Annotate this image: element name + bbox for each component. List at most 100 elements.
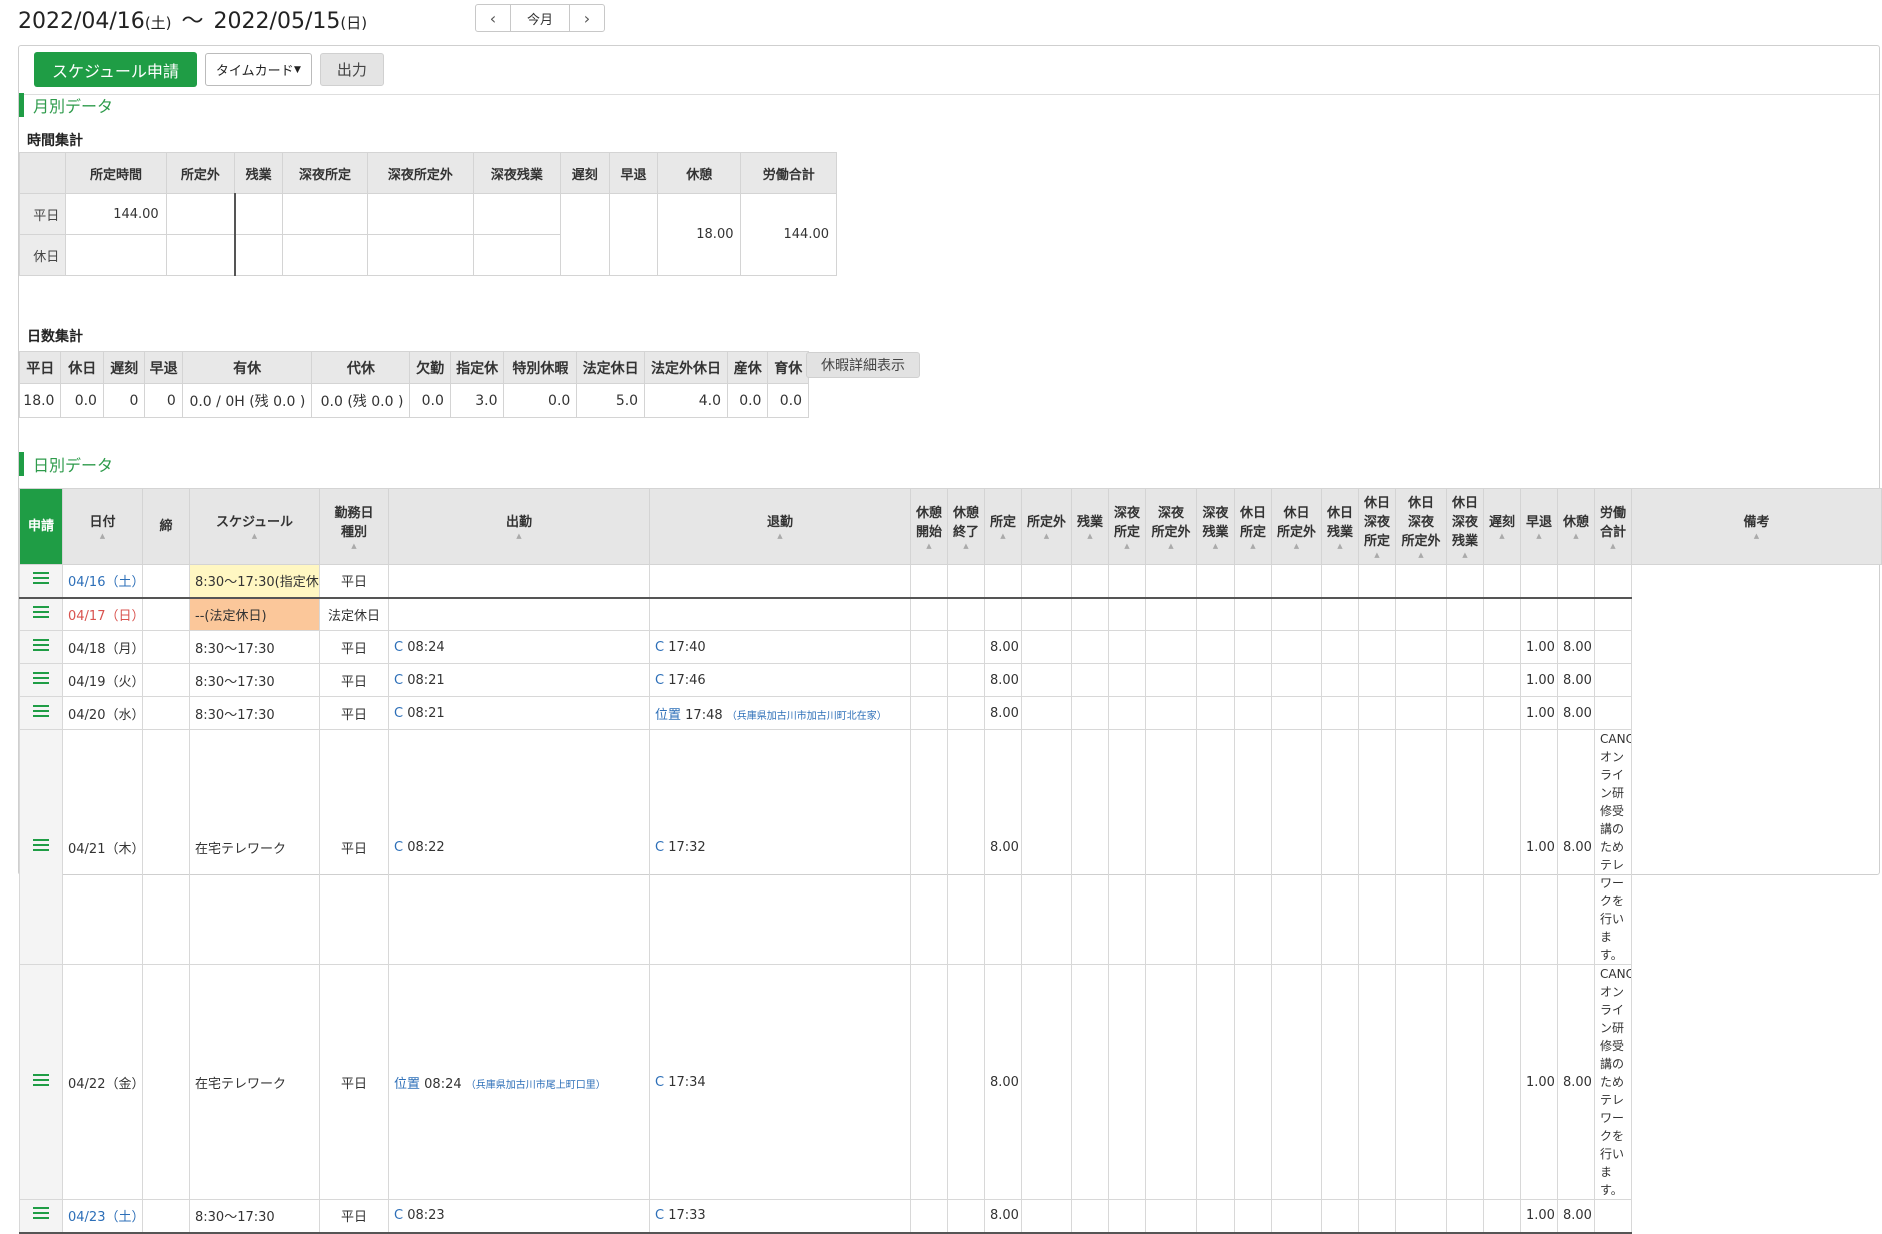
col-clock-out[interactable]: 退勤 ▲ bbox=[649, 488, 911, 565]
row-clock-out: 位置 17:48 （兵庫県加古川市加古川町北在家） bbox=[649, 696, 911, 730]
col-holiday-night-scheduled[interactable]: 休日 深夜 所定 ▲ bbox=[1358, 488, 1396, 565]
col-late[interactable]: 遅刻 ▲ bbox=[1483, 488, 1521, 565]
cell bbox=[473, 234, 561, 276]
col-break[interactable]: 休憩 ▲ bbox=[1557, 488, 1595, 565]
row-empty-cell bbox=[1234, 696, 1272, 730]
col-night-overtime[interactable]: 深夜 残業 ▲ bbox=[1196, 488, 1235, 565]
clock-in-source-link[interactable]: C bbox=[394, 640, 403, 655]
col-overtime: 残業 bbox=[234, 152, 284, 194]
chevron-right-icon: › bbox=[583, 8, 591, 28]
row-clock-in bbox=[388, 564, 650, 599]
clock-out-source-link[interactable]: C bbox=[655, 1075, 664, 1090]
row-empty-cell bbox=[1358, 630, 1396, 664]
schedule-apply-button[interactable]: スケジュール申請 bbox=[34, 52, 197, 87]
row-empty-cell bbox=[1196, 696, 1235, 730]
row-menu-button[interactable] bbox=[19, 597, 63, 631]
sort-icon: ▲ bbox=[99, 532, 106, 540]
row-date[interactable]: 04/20（水） bbox=[62, 696, 143, 730]
col-remarks[interactable]: 備考 ▲ bbox=[1631, 488, 1882, 565]
output-button[interactable]: 出力 bbox=[319, 53, 384, 86]
row-empty-cell bbox=[1196, 964, 1235, 1200]
row-date[interactable]: 04/18（月） bbox=[62, 630, 143, 664]
row-menu-button[interactable] bbox=[19, 696, 63, 730]
row-empty-cell bbox=[1483, 597, 1521, 631]
next-period-button[interactable]: › bbox=[570, 5, 604, 31]
leave-detail-button[interactable]: 休暇詳細表示 bbox=[806, 352, 920, 378]
menu-icon bbox=[33, 1204, 49, 1222]
row-daytype: 平日 bbox=[319, 630, 389, 664]
row-schedule: 8:30〜17:30 bbox=[189, 696, 320, 730]
col-work-total[interactable]: 労働 合計 ▲ bbox=[1594, 488, 1632, 565]
col-non-scheduled[interactable]: 所定外 ▲ bbox=[1021, 488, 1072, 565]
row-daytype: 平日 bbox=[319, 663, 389, 697]
clock-out-source-link[interactable]: C bbox=[655, 1208, 664, 1223]
row-date[interactable]: 04/23（土） bbox=[62, 1199, 143, 1234]
row-empty-cell bbox=[1446, 597, 1484, 631]
row-work-total bbox=[1557, 597, 1595, 631]
row-break-start bbox=[910, 729, 948, 965]
col-overtime[interactable]: 残業 ▲ bbox=[1071, 488, 1109, 565]
col-date[interactable]: 日付 ▲ bbox=[62, 488, 143, 565]
row-empty-cell bbox=[1021, 564, 1072, 599]
col-night-scheduled[interactable]: 深夜 所定 ▲ bbox=[1108, 488, 1146, 565]
row-date[interactable]: 04/19（火） bbox=[62, 663, 143, 697]
row-menu-button[interactable] bbox=[19, 729, 63, 965]
h: 所定外 bbox=[1401, 534, 1441, 549]
this-month-button[interactable]: 今月 bbox=[510, 5, 570, 31]
row-close bbox=[142, 729, 190, 965]
row-empty-cell bbox=[1271, 729, 1322, 965]
h: 開始 bbox=[915, 524, 942, 540]
h: 所定 bbox=[989, 515, 1016, 530]
clock-in-source-link[interactable]: C bbox=[394, 706, 403, 721]
col-break-start[interactable]: 休憩 開始 ▲ bbox=[910, 488, 948, 565]
row-empty-cell bbox=[1021, 597, 1072, 631]
row-menu-button[interactable] bbox=[19, 1199, 63, 1234]
cell bbox=[473, 193, 561, 235]
row-empty-cell bbox=[1446, 729, 1484, 965]
row-clock-in: C 08:21 bbox=[388, 663, 650, 697]
clock-in-source-link[interactable]: C bbox=[394, 1208, 403, 1223]
clock-out-source-link[interactable]: C bbox=[655, 840, 664, 855]
sort-icon: ▲ bbox=[1043, 532, 1050, 540]
row-menu-button[interactable] bbox=[19, 663, 63, 697]
row-break-end bbox=[947, 696, 985, 730]
clock-out-source-link[interactable]: 位置 bbox=[655, 708, 681, 723]
chevron-left-icon: ‹ bbox=[489, 8, 497, 28]
row-menu-button[interactable] bbox=[19, 564, 63, 599]
col-early[interactable]: 早退 ▲ bbox=[1520, 488, 1558, 565]
col-break-end[interactable]: 休憩 終了 ▲ bbox=[947, 488, 985, 565]
row-schedule: 在宅テレワーク bbox=[189, 964, 320, 1200]
row-date[interactable]: 04/22（金） bbox=[62, 964, 143, 1200]
view-select[interactable]: タイムカード ▼ bbox=[204, 53, 312, 86]
clock-in-source-link[interactable]: 位置 bbox=[394, 1077, 420, 1092]
h: 早退 bbox=[1525, 515, 1552, 530]
row-daytype: 平日 bbox=[319, 564, 389, 599]
clock-in-source-link[interactable]: C bbox=[394, 840, 403, 855]
row-empty-cell bbox=[1446, 964, 1484, 1200]
h: 残業 bbox=[1202, 524, 1229, 540]
col-daytype[interactable]: 勤務日 種別 ▲ bbox=[319, 488, 389, 565]
monthly-data-title: 月別データ bbox=[19, 93, 113, 117]
row-schedule: 8:30〜17:30(指定休) bbox=[189, 564, 320, 599]
col-scheduled[interactable]: 所定 ▲ bbox=[984, 488, 1022, 565]
clock-out-source-link[interactable]: C bbox=[655, 640, 664, 655]
col-clock-in[interactable]: 出勤 ▲ bbox=[388, 488, 650, 565]
col-holiday-scheduled[interactable]: 休日 所定 ▲ bbox=[1234, 488, 1272, 565]
row-menu-button[interactable] bbox=[19, 964, 63, 1200]
start-dow: (土) bbox=[144, 14, 172, 32]
row-date[interactable]: 04/16（土） bbox=[62, 564, 143, 599]
timecard-panel: スケジュール申請 タイムカード ▼ 出力 月別データ 時間集計 所定時間 所定外… bbox=[18, 45, 1882, 1234]
clock-out-source-link[interactable]: C bbox=[655, 673, 664, 688]
row-menu-button[interactable] bbox=[19, 630, 63, 664]
col-holiday-overtime[interactable]: 休日 残業 ▲ bbox=[1321, 488, 1359, 565]
col-night-non-scheduled[interactable]: 深夜 所定外 ▲ bbox=[1145, 488, 1197, 565]
prev-period-button[interactable]: ‹ bbox=[476, 5, 510, 31]
row-date[interactable]: 04/21（木） bbox=[62, 729, 143, 965]
col-holiday-night-overtime[interactable]: 休日 深夜 残業 ▲ bbox=[1446, 488, 1484, 565]
row-date[interactable]: 04/17（日） bbox=[62, 597, 143, 631]
clock-in-source-link[interactable]: C bbox=[394, 673, 403, 688]
col-schedule[interactable]: スケジュール ▲ bbox=[189, 488, 320, 565]
col-holiday-non-scheduled[interactable]: 休日 所定外 ▲ bbox=[1271, 488, 1322, 565]
col-holiday-night-non-scheduled[interactable]: 休日 深夜 所定外 ▲ bbox=[1395, 488, 1447, 565]
row-empty-cell bbox=[1321, 729, 1359, 965]
